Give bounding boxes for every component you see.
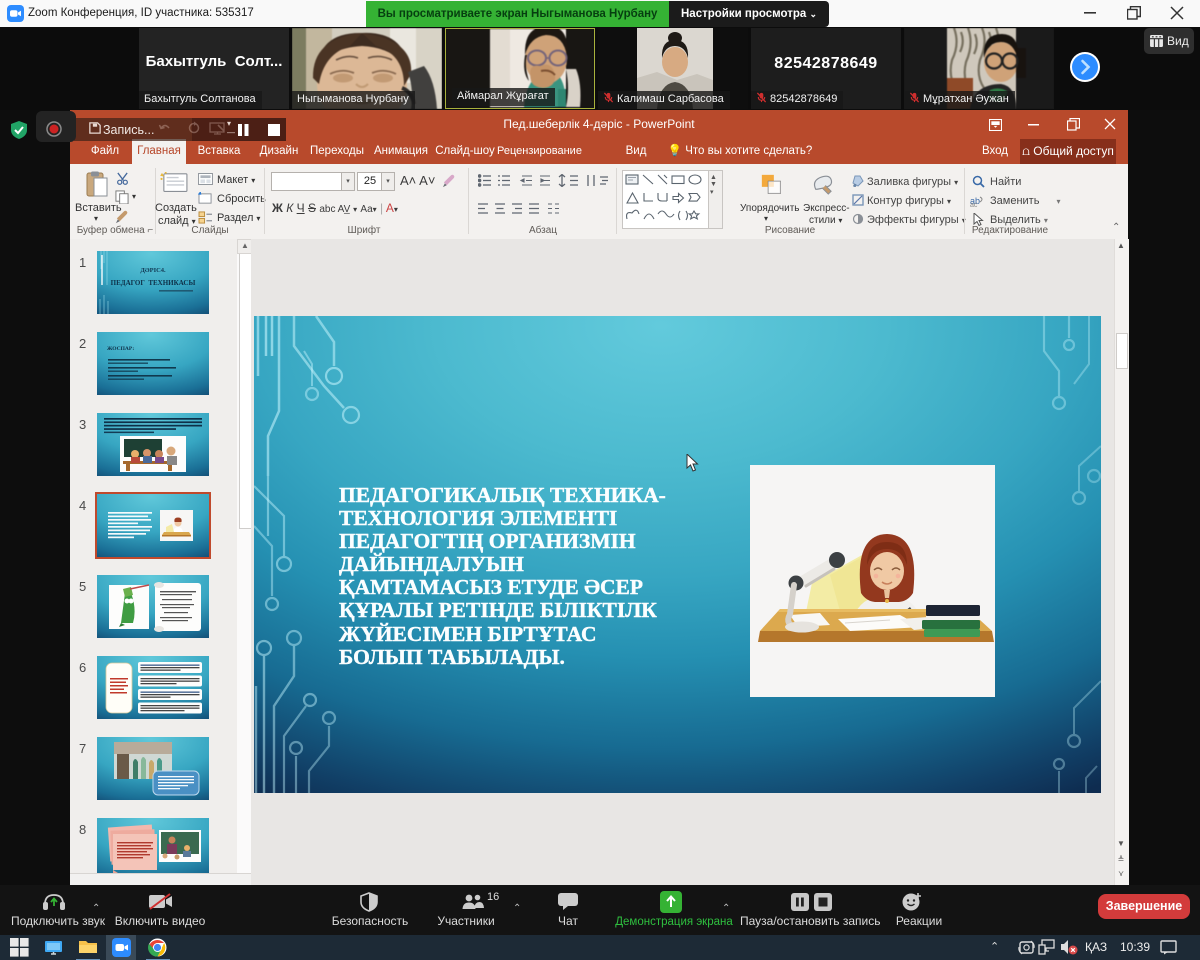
svg-text:ДӘРІС4.: ДӘРІС4.	[140, 267, 166, 274]
svg-text:ПЕДАГОГ ТЕХНИКАСЫ: ПЕДАГОГ ТЕХНИКАСЫ	[111, 279, 196, 287]
svg-text:ac: ac	[970, 202, 978, 207]
svg-text:ЖОСПАР:: ЖОСПАР:	[107, 346, 134, 352]
